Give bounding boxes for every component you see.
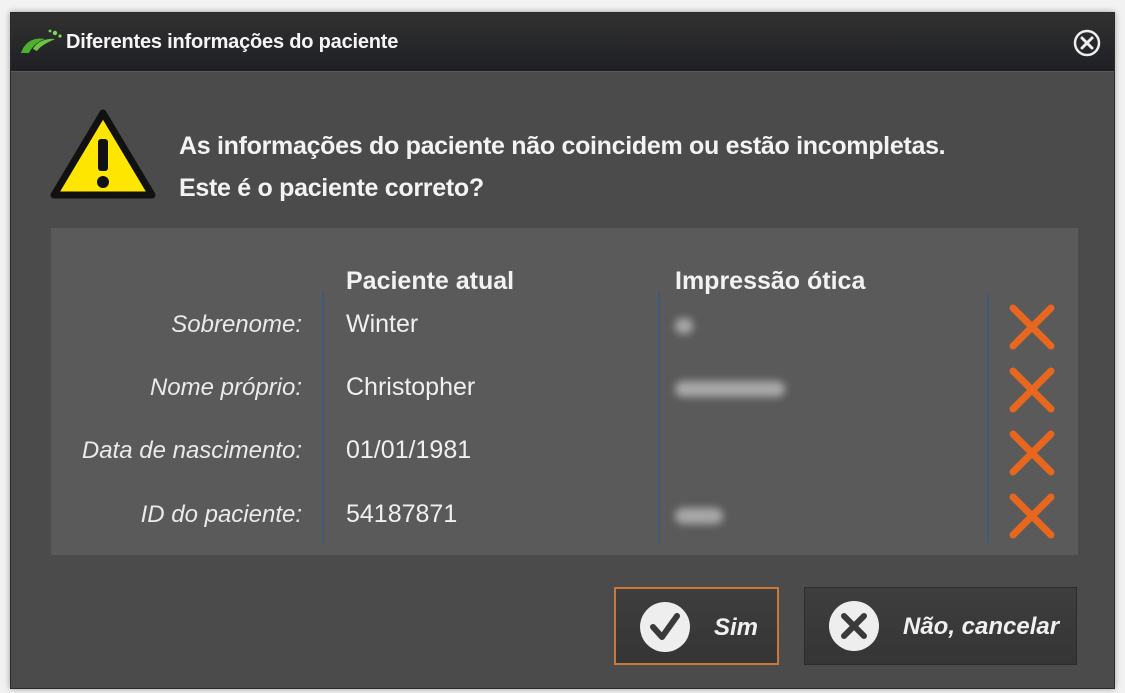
column-divider [658, 293, 660, 543]
cancel-button[interactable]: Não, cancelar [804, 587, 1077, 665]
value-first-name: Christopher [346, 373, 476, 401]
label-birth-date: Data de nascimento: [81, 437, 302, 464]
column-divider [987, 293, 989, 543]
message-line-1: As informações do paciente não coincidem… [179, 132, 946, 160]
leaf-logo-icon [21, 29, 62, 53]
label-surname: Sobrenome: [171, 311, 302, 338]
message-line-2: Este é o paciente correto? [179, 174, 484, 202]
patient-mismatch-dialog: Diferentes informações do paciente As in… [10, 12, 1115, 689]
header-current-patient: Paciente atual [346, 267, 515, 295]
dialog-title: Diferentes informações do paciente [66, 31, 399, 53]
x-mark-icon [1009, 367, 1055, 413]
x-mark-icon [1009, 430, 1055, 476]
x-mark-icon [1009, 304, 1055, 350]
x-mark-icon [1009, 493, 1055, 539]
blurred-optical-patient-id [675, 508, 723, 524]
blurred-optical-surname [675, 318, 693, 334]
yes-button-label: Sim [714, 614, 759, 641]
header-optical-impression: Impressão ótica [675, 267, 866, 295]
check-circle-icon [640, 602, 690, 652]
title-bar: Diferentes informações do paciente [11, 13, 1114, 72]
warning-message: As informações do paciente não coincidem… [179, 125, 946, 209]
close-circle-icon[interactable] [1072, 28, 1102, 58]
label-first-name: Nome próprio: [149, 374, 302, 401]
label-patient-id: ID do paciente: [140, 501, 302, 528]
x-circle-icon [829, 601, 879, 651]
value-surname: Winter [346, 310, 419, 338]
warning-triangle-icon [50, 109, 156, 199]
value-patient-id: 54187871 [346, 500, 458, 528]
column-divider [322, 293, 324, 543]
cancel-button-label: Não, cancelar [903, 613, 1060, 640]
yes-button[interactable]: Sim [614, 587, 779, 665]
value-birth-date: 01/01/1981 [346, 436, 472, 464]
blurred-optical-first-name [675, 381, 785, 397]
